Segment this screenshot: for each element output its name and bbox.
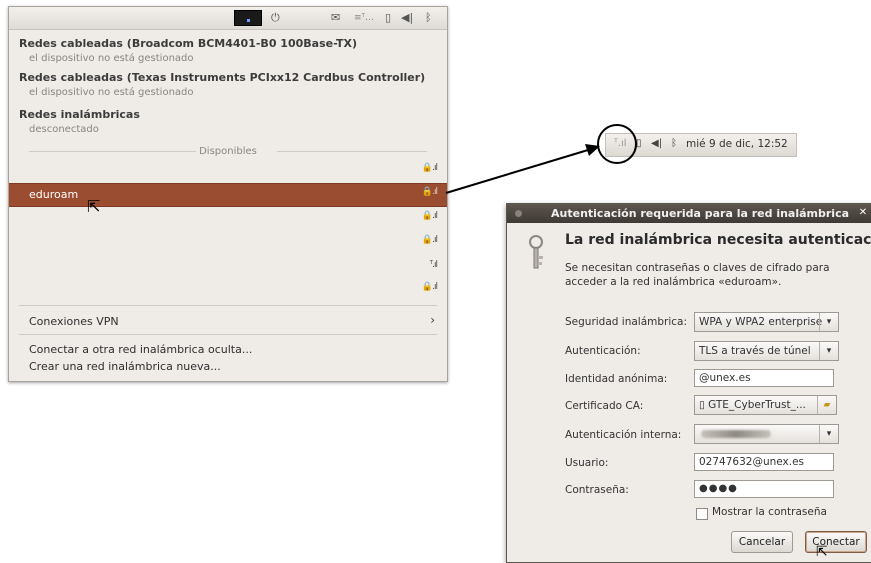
cancel-button[interactable]: Cancelar: [731, 531, 793, 553]
bluetooth-icon[interactable]: ᛒ: [671, 138, 677, 149]
password-input[interactable]: ●●●●: [694, 480, 834, 498]
dialog-title: Autenticación requerida para la red inal…: [551, 207, 850, 220]
folder-icon: ▰: [817, 396, 836, 414]
password-label: Contraseña:: [565, 484, 629, 496]
chevron-down-icon: ▾: [819, 342, 838, 360]
anon-identity-input[interactable]: @unex.es: [694, 369, 834, 387]
inner-auth-select[interactable]: ▾: [694, 424, 839, 444]
user-input[interactable]: 02747632@unex.es: [694, 453, 834, 471]
dialog-titlebar[interactable]: Autenticación requerida para la red inal…: [507, 204, 871, 223]
volume-icon[interactable]: ◀︎|: [651, 138, 662, 149]
ca-cert-label: Certificado CA:: [565, 400, 644, 412]
inner-auth-label: Autenticación interna:: [565, 429, 682, 441]
dialog-description: Se necesitan contraseñas o claves de cif…: [565, 262, 830, 288]
close-icon[interactable]: ✕: [856, 206, 870, 220]
annotation-arrow: [445, 149, 589, 194]
auth-select[interactable]: TLS a través de túnel ▾: [694, 341, 839, 361]
window-menu-icon[interactable]: [515, 210, 522, 217]
show-password-label[interactable]: Mostrar la contraseña: [712, 506, 827, 518]
ca-cert-value: GTE_CyberTrust_...: [708, 399, 806, 411]
auth-label: Autenticación:: [565, 345, 641, 357]
show-password-checkbox[interactable]: [696, 508, 708, 520]
security-value: WPA y WPA2 enterprise: [699, 316, 823, 328]
blurred-value: [701, 430, 771, 438]
security-select[interactable]: WPA y WPA2 enterprise ▾: [694, 312, 839, 332]
mouse-cursor-icon: ⇱: [816, 544, 828, 560]
clock[interactable]: mié 9 de dic, 12:52: [686, 138, 788, 150]
user-label: Usuario:: [565, 457, 609, 469]
anon-identity-label: Identidad anónima:: [565, 373, 668, 385]
highlight-circle: [597, 124, 637, 164]
auth-value: TLS a través de túnel: [699, 345, 811, 357]
keyring-icon: [529, 235, 543, 269]
file-icon: ▯: [699, 399, 709, 411]
chevron-down-icon: ▾: [819, 425, 838, 443]
security-label: Seguridad inalámbrica:: [565, 316, 688, 328]
dialog-heading: La red inalámbrica necesita autenticació…: [565, 232, 871, 248]
connect-button[interactable]: Conectar: [805, 531, 867, 553]
auth-dialog: Autenticación requerida para la red inal…: [506, 203, 871, 563]
ca-cert-chooser[interactable]: ▯ GTE_CyberTrust_... ▰: [694, 395, 837, 415]
chevron-down-icon: ▾: [819, 313, 838, 331]
